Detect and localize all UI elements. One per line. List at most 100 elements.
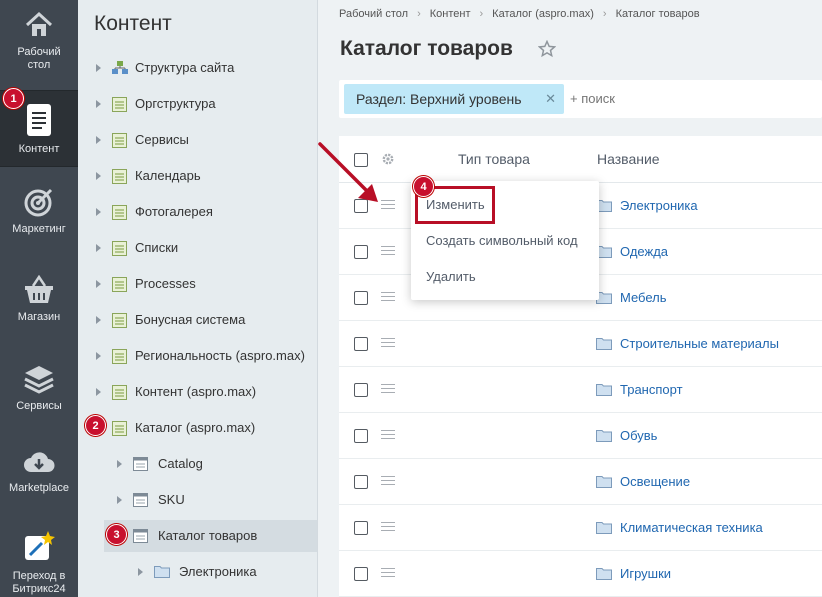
tree-item-content-aspro[interactable]: Контент (aspro.max) — [96, 377, 316, 407]
tree-item-calendar[interactable]: Календарь — [96, 161, 316, 191]
table-row[interactable]: Строительные материалы — [339, 321, 822, 367]
row-menu-icon[interactable] — [381, 476, 395, 488]
row-name-link[interactable]: Электроника — [620, 183, 698, 229]
row-name-link[interactable]: Обувь — [620, 413, 657, 459]
filter-chip[interactable]: Раздел: Верхний уровень ✕ — [344, 84, 564, 114]
tree-item-label: Бонусная система — [135, 312, 246, 327]
expand-arrow-icon[interactable] — [96, 316, 101, 324]
tree-item-label: Структура сайта — [135, 60, 235, 75]
tree-item-catalog-products[interactable]: Каталог товаров — [104, 520, 317, 552]
step-badge-2: 2 — [85, 415, 106, 436]
tree-item-photogallery[interactable]: Фотогалерея — [96, 197, 316, 227]
table-row[interactable]: Игрушки — [339, 551, 822, 597]
expand-arrow-icon[interactable] — [96, 136, 101, 144]
iblock-icon — [112, 241, 127, 256]
step-badge-1: 1 — [3, 88, 24, 109]
row-checkbox[interactable] — [354, 291, 368, 305]
row-menu-icon[interactable] — [381, 292, 395, 304]
annotation-arrow-icon — [318, 142, 378, 202]
column-header-type[interactable]: Тип товара — [458, 151, 530, 167]
row-checkbox[interactable] — [354, 245, 368, 259]
expand-arrow-icon[interactable] — [117, 460, 122, 468]
iblock-icon — [112, 205, 127, 220]
tree-item-site-structure[interactable]: Структура сайта — [96, 53, 316, 83]
row-menu-icon[interactable] — [381, 522, 395, 534]
tree-item-electronics[interactable]: Электроника — [138, 557, 316, 587]
nav-marketing[interactable]: Маркетинг — [0, 187, 78, 236]
folder-icon — [596, 476, 612, 488]
table-row[interactable]: Транспорт — [339, 367, 822, 413]
row-checkbox[interactable] — [354, 475, 368, 489]
nav-marketplace[interactable]: Marketplace — [0, 450, 78, 495]
expand-arrow-icon[interactable] — [138, 568, 143, 576]
tree-item-processes[interactable]: Processes — [96, 269, 316, 299]
step-badge-3: 3 — [106, 524, 127, 545]
table-row[interactable]: Освещение — [339, 459, 822, 505]
tree-item-label: Сервисы — [135, 132, 189, 147]
expand-arrow-icon[interactable] — [117, 496, 122, 504]
breadcrumb-item[interactable]: Контент — [430, 8, 471, 20]
nav-desktop-label: Рабочий стол — [17, 46, 61, 71]
expand-arrow-icon[interactable] — [96, 244, 101, 252]
expand-arrow-icon[interactable] — [96, 64, 101, 72]
breadcrumb-item[interactable]: Каталог товаров — [616, 8, 700, 20]
row-name-link[interactable]: Климатическая техника — [620, 505, 763, 551]
row-checkbox[interactable] — [354, 521, 368, 535]
row-checkbox[interactable] — [354, 567, 368, 581]
menu-item-create-code[interactable]: Создать символьный код — [426, 233, 578, 248]
row-checkbox[interactable] — [354, 429, 368, 443]
breadcrumb-item[interactable]: Каталог (aspro.max) — [492, 8, 594, 20]
row-menu-icon[interactable] — [381, 430, 395, 442]
search-input[interactable] — [570, 80, 810, 118]
chevron-right-icon: › — [479, 8, 484, 20]
menu-item-delete[interactable]: Удалить — [426, 269, 476, 284]
star-icon[interactable] — [538, 40, 556, 58]
home-icon — [25, 11, 53, 36]
nav-services-label: Сервисы — [16, 400, 62, 412]
close-icon[interactable]: ✕ — [545, 84, 556, 114]
table-row[interactable]: Климатическая техника — [339, 505, 822, 551]
expand-arrow-icon[interactable] — [96, 280, 101, 288]
nav-services[interactable]: Сервисы — [0, 364, 78, 413]
expand-arrow-icon[interactable] — [96, 388, 101, 396]
tree-item-orgstructure[interactable]: Оргструктура — [96, 89, 316, 119]
nav-bitrix24[interactable]: Переход в Битрикс24 — [0, 530, 78, 596]
row-name-link[interactable]: Мебель — [620, 275, 667, 321]
tree-item-sku[interactable]: SKU — [117, 485, 316, 515]
cloud-download-icon — [24, 452, 55, 472]
row-menu-icon[interactable] — [381, 246, 395, 258]
tree-item-regional[interactable]: Региональность (aspro.max) — [96, 341, 316, 371]
tree-item-label: Каталог (aspro.max) — [135, 420, 256, 435]
row-checkbox[interactable] — [354, 337, 368, 351]
nav-shop[interactable]: Магазин — [0, 275, 78, 324]
content-tree-panel: Контент Структура сайта Оргструктура Сер… — [78, 0, 318, 597]
row-menu-icon[interactable] — [381, 384, 395, 396]
table-row[interactable]: Обувь — [339, 413, 822, 459]
column-header-name[interactable]: Название — [597, 151, 660, 167]
tree-item-catalog-aspro[interactable]: Каталог (aspro.max) — [96, 413, 316, 443]
expand-arrow-icon[interactable] — [96, 352, 101, 360]
row-name-link[interactable]: Игрушки — [620, 551, 671, 597]
row-name-link[interactable]: Освещение — [620, 459, 690, 505]
breadcrumb-item[interactable]: Рабочий стол — [339, 8, 408, 20]
nav-desktop[interactable]: Рабочий стол — [0, 10, 78, 72]
tree-item-services[interactable]: Сервисы — [96, 125, 316, 155]
tree-item-lists[interactable]: Списки — [96, 233, 316, 263]
row-menu-icon[interactable] — [381, 338, 395, 350]
tree-title: Контент — [94, 12, 172, 35]
nav-content-label: Контент — [18, 143, 60, 155]
breadcrumb: Рабочий стол › Контент › Каталог (aspro.max)… — [339, 8, 700, 20]
grid-header: Тип товара Название — [339, 136, 822, 183]
row-name-link[interactable]: Строительные материалы — [620, 321, 779, 367]
folder-icon — [596, 522, 612, 534]
tree-item-catalog[interactable]: Catalog — [117, 449, 316, 479]
list-icon — [133, 529, 148, 543]
row-menu-icon[interactable] — [381, 568, 395, 580]
row-name-link[interactable]: Одежда — [620, 229, 668, 275]
expand-arrow-icon[interactable] — [96, 100, 101, 108]
row-name-link[interactable]: Транспорт — [620, 367, 683, 413]
expand-arrow-icon[interactable] — [96, 208, 101, 216]
tree-item-bonus[interactable]: Бонусная система — [96, 305, 316, 335]
expand-arrow-icon[interactable] — [96, 172, 101, 180]
row-checkbox[interactable] — [354, 383, 368, 397]
